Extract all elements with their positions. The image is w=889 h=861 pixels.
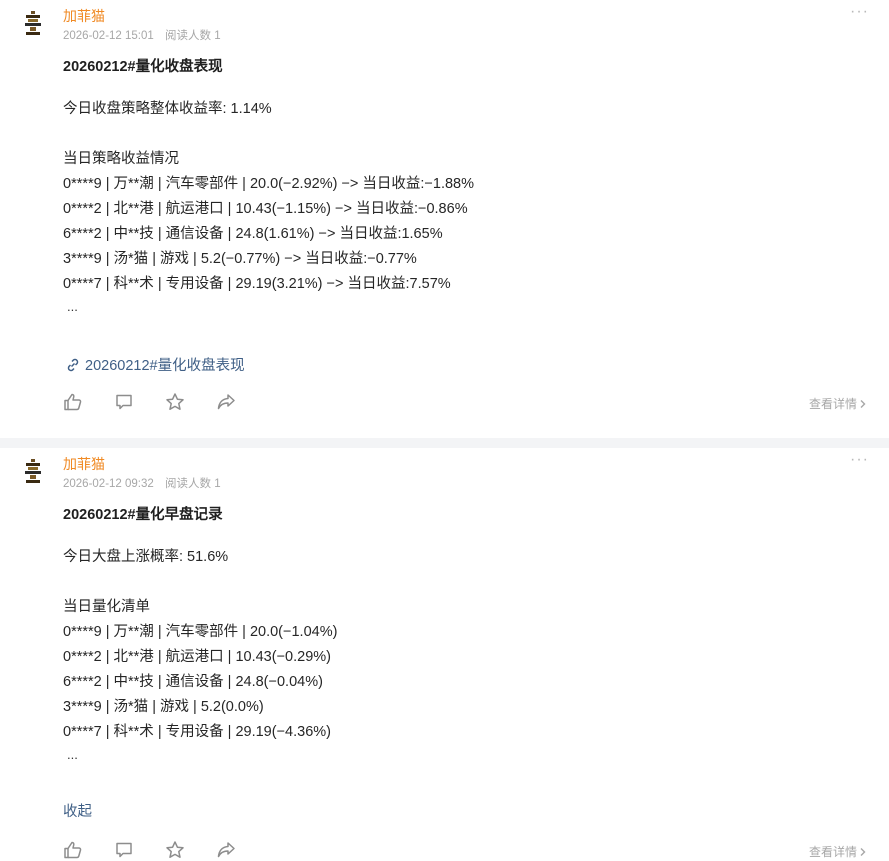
like-icon[interactable] (63, 840, 83, 860)
link-icon (67, 358, 79, 371)
more-options-icon[interactable]: ··· (850, 452, 869, 468)
list-item: 6****2 | 中**技 | 通信设备 | 24.8(−0.04%) (63, 674, 323, 690)
like-icon[interactable] (63, 392, 83, 412)
read-count: 阅读人数 1 (165, 30, 221, 42)
section-heading: 当日量化清单 (63, 599, 150, 615)
read-count: 阅读人数 1 (165, 478, 221, 490)
post-link-text[interactable]: 20260212#量化收盘表现 (85, 354, 245, 375)
comment-icon[interactable] (114, 392, 134, 412)
section-heading: 当日策略收益情况 (63, 151, 179, 167)
view-details-label[interactable]: 查看详情 (809, 843, 857, 860)
author-name[interactable]: 加菲猫 (63, 454, 105, 474)
author-name[interactable]: 加菲猫 (63, 6, 105, 26)
list-item: 0****9 | 万**潮 | 汽车零部件 | 20.0(−2.92%) −> … (63, 176, 475, 192)
view-details-link[interactable]: 查看详情 (809, 395, 867, 412)
view-details-label[interactable]: 查看详情 (809, 395, 857, 412)
ellipsis: ... (67, 747, 78, 762)
summary-line: 今日收盘策略整体收益率: 1.14% (63, 101, 272, 117)
post-title: 20260212#量化早盘记录 (63, 507, 223, 523)
star-icon[interactable] (165, 840, 185, 860)
action-bar (63, 392, 236, 412)
post-time: 2026-02-12 09:32 (63, 478, 154, 490)
post-meta: 2026-02-12 09:32 阅读人数 1 (63, 475, 221, 491)
post-meta: 2026-02-12 15:01 阅读人数 1 (63, 27, 221, 43)
chevron-right-icon (860, 847, 866, 856)
comment-icon[interactable] (114, 840, 134, 860)
collapse-button[interactable]: 收起 (63, 800, 92, 821)
list-item: 0****7 | 科**术 | 专用设备 | 29.19(−4.36%) (63, 724, 331, 740)
ellipsis: ... (67, 299, 78, 314)
list-item: 3****9 | 汤*猫 | 游戏 | 5.2(0.0%) (63, 699, 264, 715)
post-body: 今日大盘上涨概率: 51.6% 当日量化清单 0****9 | 万**潮 | 汽… (63, 545, 337, 770)
list-item: 0****2 | 北**港 | 航运港口 | 10.43(−0.29%) (63, 649, 331, 665)
avatar-icon[interactable] (22, 10, 44, 36)
post-divider (0, 438, 889, 448)
list-item: 6****2 | 中**技 | 通信设备 | 24.8(1.61%) −> 当日… (63, 226, 443, 242)
action-bar (63, 840, 236, 860)
list-item: 0****9 | 万**潮 | 汽车零部件 | 20.0(−1.04%) (63, 624, 338, 640)
more-options-icon[interactable]: ··· (850, 4, 869, 20)
post-card: 加菲猫 2026-02-12 09:32 阅读人数 1 ··· 20260212… (0, 448, 889, 861)
list-item: 0****2 | 北**港 | 航运港口 | 10.43(−1.15%) −> … (63, 201, 468, 217)
view-details-link[interactable]: 查看详情 (809, 843, 867, 860)
post-title: 20260212#量化收盘表现 (63, 59, 223, 75)
star-icon[interactable] (165, 392, 185, 412)
list-item: 3****9 | 汤*猫 | 游戏 | 5.2(−0.77%) −> 当日收益:… (63, 251, 417, 267)
list-item: 0****7 | 科**术 | 专用设备 | 29.19(3.21%) −> 当… (63, 276, 451, 292)
post-card: 加菲猫 2026-02-12 15:01 阅读人数 1 ··· 20260212… (0, 0, 889, 438)
chevron-right-icon (860, 399, 866, 408)
post-time: 2026-02-12 15:01 (63, 30, 154, 42)
avatar-icon[interactable] (22, 458, 44, 484)
post-link[interactable]: 20260212#量化收盘表现 (65, 354, 245, 375)
summary-line: 今日大盘上涨概率: 51.6% (63, 549, 229, 565)
post-body: 今日收盘策略整体收益率: 1.14% 当日策略收益情况 0****9 | 万**… (63, 97, 474, 322)
share-icon[interactable] (216, 840, 236, 860)
share-icon[interactable] (216, 392, 236, 412)
